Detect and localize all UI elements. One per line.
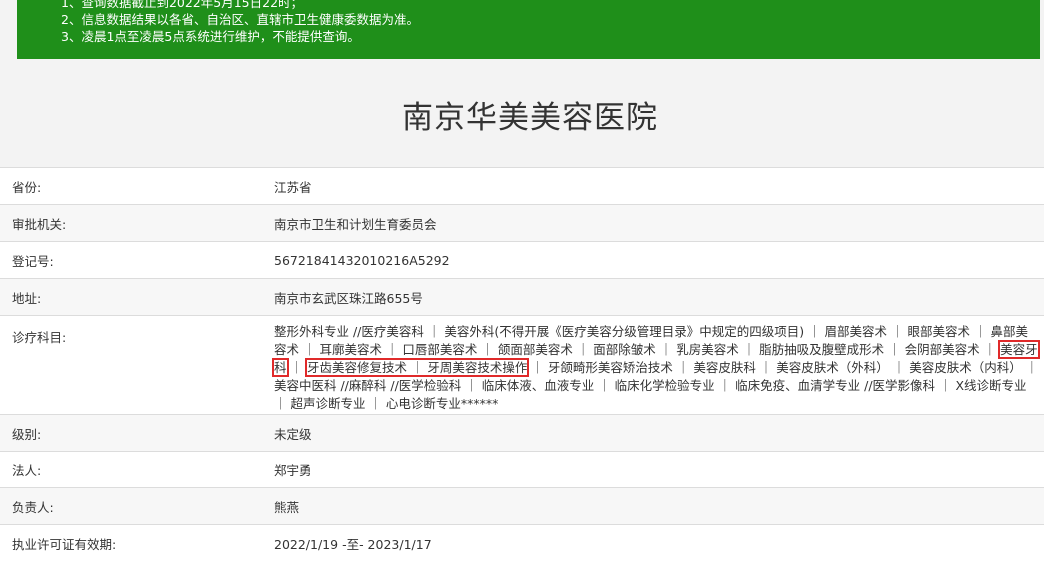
table-row: 登记号: 56721841432010216A5292 — [0, 241, 1044, 278]
field-label: 级别: — [12, 426, 42, 442]
field-value: 熊燕 — [274, 499, 300, 515]
table-row: 审批机关: 南京市卫生和计划生育委员会 — [0, 204, 1044, 241]
info-table: 省份: 江苏省 审批机关: 南京市卫生和计划生育委员会 登记号: 5672184… — [0, 167, 1044, 561]
field-label: 负责人: — [12, 499, 54, 515]
field-label: 省份: — [12, 179, 42, 195]
table-row: 地址: 南京市玄武区珠江路655号 — [0, 278, 1044, 315]
table-row: 执业许可证有效期: 2022/1/19 -至- 2023/1/17 — [0, 524, 1044, 561]
field-value: 56721841432010216A5292 — [274, 252, 450, 268]
field-value: 2022/1/19 -至- 2023/1/17 — [274, 536, 432, 552]
field-label: 执业许可证有效期: — [12, 536, 117, 552]
field-value: 江苏省 — [274, 179, 312, 195]
subjects-text: 整形外科专业 //医疗美容科 ｜ 美容外科(不得开展《医疗美容分级管理目录》中规… — [274, 324, 1028, 357]
table-row: 法人: 郑宇勇 — [0, 451, 1044, 487]
field-value: 南京市卫生和计划生育委员会 — [274, 216, 437, 232]
page-title: 南京华美美容医院 — [402, 100, 658, 136]
table-row: 诊疗科目: 整形外科专业 //医疗美容科 ｜ 美容外科(不得开展《医疗美容分级管… — [0, 315, 1044, 414]
notice-line: 1、查询数据截止到2022年5月15日22时； — [61, 0, 304, 10]
subjects-text: ｜ — [286, 360, 307, 375]
field-label: 诊疗科目: — [12, 330, 67, 345]
field-label: 地址: — [12, 290, 42, 306]
field-label: 审批机关: — [12, 216, 67, 232]
field-value: 未定级 — [274, 426, 312, 442]
field-label: 法人: — [12, 463, 42, 478]
table-row: 负责人: 熊燕 — [0, 487, 1044, 524]
highlight-dental-tech: 牙齿美容修复技术 ｜ 牙周美容技术操作 — [304, 358, 530, 377]
field-value: 郑宇勇 — [274, 463, 312, 478]
field-value: 南京市玄武区珠江路655号 — [274, 290, 423, 306]
field-label: 登记号: — [12, 253, 54, 269]
notice-line: 2、信息数据结果以各省、自治区、直辖市卫生健康委数据为准。 — [61, 12, 419, 27]
notice-banner: 1、查询数据截止到2022年5月15日22时； 2、信息数据结果以各省、自治区、… — [17, 0, 1040, 59]
notice-line: 3、凌晨1点至凌晨5点系统进行维护，不能提供查询。 — [61, 29, 360, 44]
table-row: 级别: 未定级 — [0, 414, 1044, 451]
subjects-value: 整形外科专业 //医疗美容科 ｜ 美容外科(不得开展《医疗美容分级管理目录》中规… — [262, 316, 1044, 414]
table-row: 省份: 江苏省 — [0, 167, 1044, 204]
